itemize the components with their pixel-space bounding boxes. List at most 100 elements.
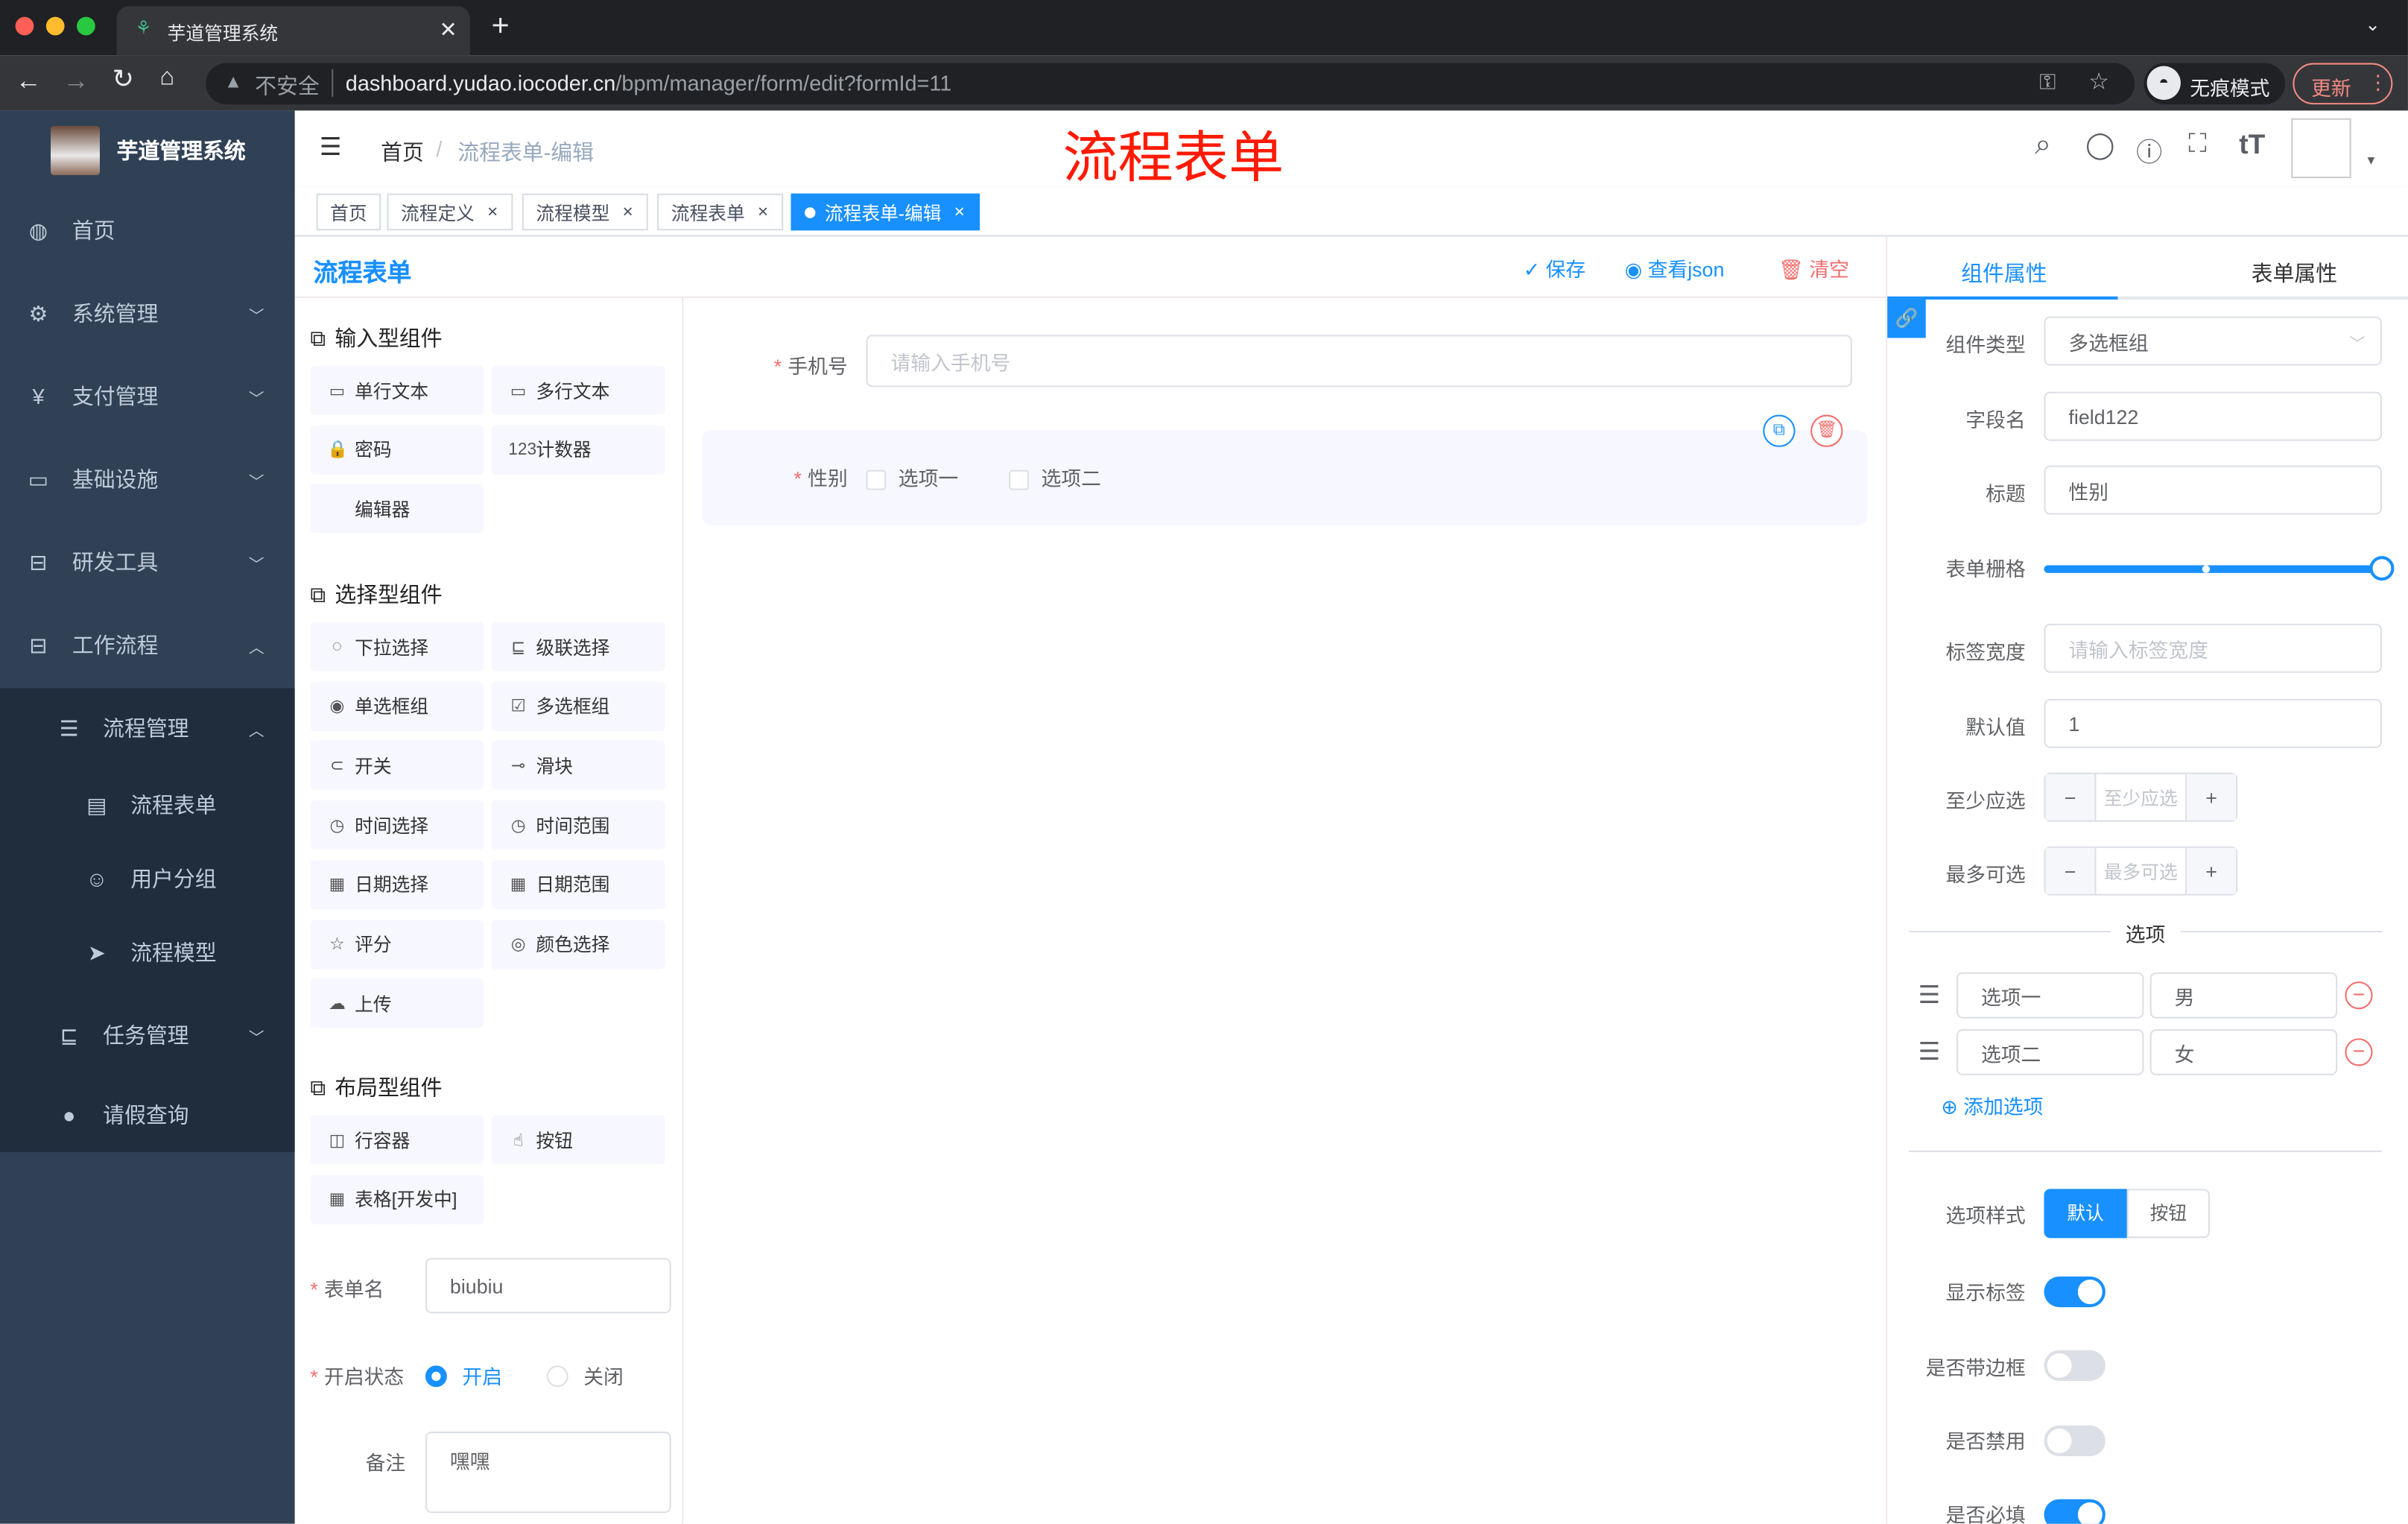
close-tab-icon[interactable]: ✕ [440,17,457,43]
insecure-label[interactable]: 不安全 [255,71,320,101]
option-label-input[interactable]: 选项二 [1956,1029,2144,1075]
show-label-switch[interactable] [2044,1276,2106,1308]
palette-item[interactable]: ◉ 单选框组 [310,681,484,731]
drag-handle-icon[interactable]: ☰ [1918,980,1940,1011]
tab-form-props[interactable]: 表单属性 [2252,258,2337,288]
palette-item[interactable]: ⊂ 开关 [310,741,484,791]
palette-item[interactable]: ⊑ 级联选择 [491,622,665,671]
style-button-button[interactable]: 按钮 [2126,1189,2211,1239]
sidebar-item-process-model[interactable]: ➤ 流程模型 [0,915,295,989]
gender-option-1[interactable]: 选项一 [866,462,958,491]
palette-item[interactable]: ◷ 时间选择 [310,800,484,850]
option-value-input[interactable]: 女 [2149,1029,2338,1075]
palette-item[interactable]: ▦ 日期选择 [310,859,484,909]
tab-list-chevron-icon[interactable]: ⌄ [2365,14,2380,36]
caret-down-icon[interactable]: ▼ [2365,154,2377,168]
label-width-input[interactable]: 请输入标签宽度 [2044,623,2382,673]
max-stepper[interactable]: − 最多可选 + [2044,846,2238,896]
home-icon[interactable]: ⌂ [159,65,174,92]
required-switch[interactable] [2044,1499,2106,1524]
hamburger-icon[interactable]: ☰ [320,132,342,162]
tag-process-form[interactable]: 流程表单 ✕ [657,193,783,231]
sidebar-item-leave[interactable]: ● 请假查询 [0,1075,295,1155]
palette-item[interactable]: ☁ 上传 [310,978,484,1028]
minimize-window-button[interactable] [45,16,65,36]
palette-item[interactable]: ☆ 评分 [310,919,484,969]
palette-item[interactable]: ▦ 表格[开发中] [310,1174,484,1224]
grid-slider-handle[interactable] [2369,556,2395,581]
help-icon[interactable]: ⓘ [2136,130,2162,169]
palette-item[interactable]: ⊸ 滑块 [491,741,665,791]
min-input[interactable]: 至少应选 [2094,774,2187,821]
drag-handle-icon[interactable]: ☰ [1918,1037,1940,1067]
key-icon[interactable]: ⚿ [2039,69,2056,95]
option-value-input[interactable]: 男 [2149,972,2338,1019]
remove-option-icon[interactable]: − [2345,981,2373,1010]
back-icon[interactable]: ← [16,66,42,97]
status-radio-off[interactable]: 关闭 [546,1361,624,1390]
decrement-button[interactable]: − [2045,847,2095,894]
search-icon[interactable]: ⌕ [2035,129,2051,162]
breadcrumb-home[interactable]: 首页 [381,136,424,167]
tag-process-model[interactable]: 流程模型 ✕ [522,193,647,231]
decrement-button[interactable]: − [2045,774,2095,821]
sidebar-item-user-group[interactable]: ☺ 用户分组 [0,842,295,916]
palette-item[interactable]: 🔒 密码 [310,425,484,475]
save-button[interactable]: ✓ 保存 [1524,253,1586,282]
max-input[interactable]: 最多可选 [2094,847,2187,894]
browser-tab[interactable]: ⚘ 芋道管理系统 ✕ [116,6,470,56]
style-default-button[interactable]: 默认 [2044,1189,2127,1239]
close-icon[interactable]: ✕ [487,203,498,221]
sidebar-item-home[interactable]: ◍ 首页 [0,191,295,271]
border-switch[interactable] [2044,1350,2106,1382]
remove-option-icon[interactable]: − [2345,1038,2373,1066]
palette-item[interactable]: ◷ 时间范围 [491,800,665,850]
close-icon[interactable]: ✕ [622,203,634,221]
new-tab-icon[interactable]: + [492,9,510,44]
palette-item[interactable]: ☝ 按钮 [491,1115,665,1165]
min-stepper[interactable]: − 至少应选 + [2044,772,2238,822]
add-option-button[interactable]: ⊕ 添加选项 [1941,1090,2043,1119]
font-size-icon[interactable]: tT [2239,129,2265,161]
field-input[interactable]: field122 [2044,391,2382,441]
palette-item[interactable]: ▦ 日期范围 [491,859,665,909]
copy-field-icon[interactable]: ⧉ [1763,414,1796,447]
delete-field-icon[interactable]: 🗑 [1810,414,1843,447]
default-input[interactable]: 1 [2044,698,2382,748]
palette-item[interactable]: 编辑器 [310,484,484,534]
palette-item[interactable]: ☑ 多选框组 [491,681,665,731]
user-avatar[interactable] [2291,118,2351,179]
sidebar-item-infra[interactable]: ▭ 基础设施 ﹀ [0,440,295,519]
incognito-badge[interactable]: ◓ 无痕模式 [2144,63,2286,105]
sidebar-item-system[interactable]: ⚙ 系统管理 ﹀ [0,274,295,353]
phone-input[interactable]: 请输入手机号 [866,335,1852,388]
maximize-window-button[interactable] [77,16,95,36]
type-select[interactable]: 多选框组 ﹀ [2044,316,2382,366]
close-icon[interactable]: ✕ [954,203,966,221]
palette-item[interactable]: 123 计数器 [491,425,665,475]
update-button[interactable]: 更新 ⋮ [2293,63,2393,105]
palette-item[interactable]: ▭ 多行文本 [491,365,665,415]
close-icon[interactable]: ✕ [757,203,769,221]
grid-slider[interactable] [2044,556,2395,581]
github-icon[interactable]: ◯ [2085,130,2114,161]
view-json-button[interactable]: ◉ 查看json [1625,253,1725,282]
tag-home[interactable]: 首页 [316,193,381,231]
status-radio-on[interactable]: 开启 [425,1361,502,1390]
sidebar-item-task-manage[interactable]: ⊑ 任务管理 ﹀ [0,996,295,1075]
palette-item[interactable]: ◎ 颜色选择 [491,919,665,969]
form-name-input[interactable]: biubiu [425,1258,671,1314]
active-field-gender[interactable]: * 性别 选项一 选项二 [701,430,1868,525]
option-label-input[interactable]: 选项一 [1956,972,2144,1019]
sidebar-item-process-form[interactable]: ▤ 流程表单 [0,768,295,842]
palette-item[interactable]: ◌ 下拉选择 [310,622,484,671]
reload-icon[interactable]: ↻ [112,65,133,95]
palette-item[interactable]: ◫ 行容器 [310,1115,484,1165]
close-window-button[interactable] [15,16,34,36]
sidebar-item-process-manage[interactable]: ☰ 流程管理 ︿ [0,688,295,768]
tag-process-form-edit[interactable]: 流程表单-编辑 ✕ [790,193,980,231]
clear-button[interactable]: 🗑 清空 [1778,253,1849,282]
palette-item[interactable]: ▭ 单行文本 [310,365,484,415]
remark-textarea[interactable]: 嘿嘿 [425,1432,671,1514]
fullscreen-icon[interactable]: ⛶ [2188,129,2207,159]
